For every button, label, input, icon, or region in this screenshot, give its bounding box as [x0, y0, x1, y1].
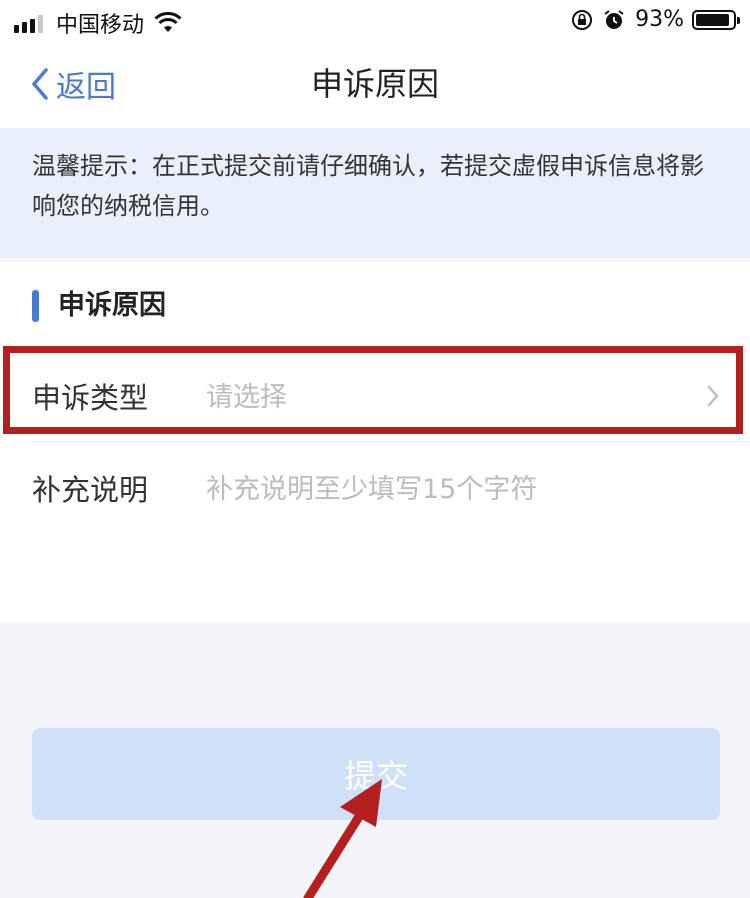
carrier-name: 中国移动 — [56, 13, 145, 38]
section-header: 申诉原因 — [0, 262, 750, 346]
notice-text: 温馨提示：在正式提交前请仔细确认，若提交虚假申诉信息将影响您的纳税信用。 — [32, 152, 704, 220]
battery-fill — [696, 13, 730, 26]
status-left: 中国移动 — [14, 7, 182, 39]
battery-percentage: 93% — [635, 7, 684, 32]
nav-bar: 返回 申诉原因 — [0, 44, 750, 128]
signal-icon — [14, 13, 46, 33]
status-bar: 中国移动 93% — [0, 0, 750, 44]
supplement-row[interactable]: 补充说明 补充说明至少填写15个字符 — [0, 442, 750, 622]
wifi-icon — [154, 12, 182, 32]
page-title: 申诉原因 — [310, 65, 439, 103]
appeal-type-label: 申诉类型 — [32, 381, 149, 415]
appeal-type-row[interactable]: 申诉类型 请选择 — [0, 346, 750, 442]
arrow-annotation — [303, 779, 382, 898]
section-title: 申诉原因 — [58, 290, 166, 321]
rotation-lock-icon — [572, 9, 593, 30]
appeal-type-select[interactable]: 请选择 — [206, 378, 287, 418]
status-right: 93% — [571, 7, 740, 32]
battery-icon — [692, 9, 740, 30]
section-accent-bar — [32, 290, 39, 322]
alarm-icon — [604, 9, 624, 29]
notice-banner: 温馨提示：在正式提交前请仔细确认，若提交虚假申诉信息将影响您的纳税信用。 — [0, 128, 750, 258]
chevron-right-icon — [707, 385, 719, 407]
supplement-label: 补充说明 — [32, 473, 149, 507]
supplement-input[interactable]: 补充说明至少填写15个字符 — [206, 470, 537, 510]
